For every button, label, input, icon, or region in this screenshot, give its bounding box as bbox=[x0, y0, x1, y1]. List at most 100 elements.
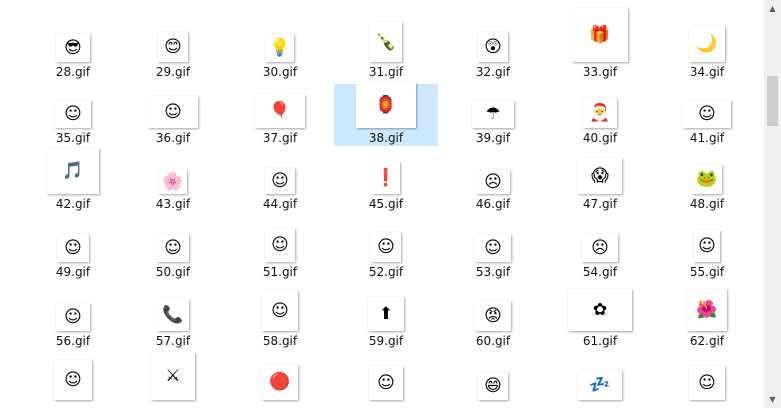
blob-icon: ☺ bbox=[262, 291, 298, 331]
file-item[interactable]: 🎈 37.gif bbox=[228, 84, 332, 146]
file-name: 53.gif bbox=[475, 265, 511, 279]
file-name: 33.gif bbox=[582, 65, 618, 79]
file-name: 47.gif bbox=[582, 197, 618, 211]
file-item[interactable]: ☺ bbox=[655, 356, 759, 408]
file-item[interactable]: 🌺 62.gif bbox=[655, 287, 759, 349]
shock-blob-icon: 😱 bbox=[578, 158, 622, 194]
arrow-blob-icon: ⬆ bbox=[368, 297, 404, 331]
file-name: 51.gif bbox=[262, 265, 298, 279]
file-name: 57.gif bbox=[155, 334, 191, 348]
file-item[interactable]: 🌙 34.gif bbox=[655, 18, 759, 80]
blob-icon: ☺ bbox=[475, 234, 511, 262]
file-name: 46.gif bbox=[475, 197, 511, 211]
gift-box-icon: 🎁 bbox=[572, 8, 628, 62]
blob-icon: ☺ bbox=[371, 232, 401, 262]
file-item[interactable]: ❗ 45.gif bbox=[334, 150, 438, 212]
file-item[interactable]: 😎 28.gif bbox=[21, 18, 125, 80]
file-item[interactable]: 🐸 48.gif bbox=[655, 150, 759, 212]
file-item[interactable]: 🔴 bbox=[228, 356, 332, 408]
couplet-blob-icon: 🏮 bbox=[356, 82, 416, 128]
pink-blob-icon: ✿ bbox=[568, 289, 632, 331]
sunglasses-face-icon: 😎 bbox=[56, 34, 90, 62]
file-item[interactable]: ☺ 41.gif bbox=[655, 84, 759, 146]
crying-blob-icon: ☹ bbox=[476, 170, 510, 194]
file-item[interactable]: ☺ 52.gif bbox=[334, 218, 438, 280]
file-item[interactable]: 🎵 42.gif bbox=[21, 148, 125, 212]
file-item[interactable]: 😡 60.gif bbox=[441, 287, 545, 349]
file-item[interactable]: 🎅 40.gif bbox=[548, 84, 652, 146]
file-name: 54.gif bbox=[582, 265, 618, 279]
file-item[interactable]: ☺ bbox=[334, 356, 438, 408]
umbrella-blob-icon: ☂ bbox=[472, 100, 514, 128]
file-name: 55.gif bbox=[689, 265, 725, 279]
file-item[interactable]: 💤 bbox=[548, 356, 652, 408]
exclaim-blob-icon: ❗ bbox=[372, 162, 400, 194]
file-item[interactable]: 💡 30.gif bbox=[228, 18, 332, 80]
file-item[interactable]: ☺ bbox=[21, 356, 125, 408]
chevron-down-icon[interactable]: ▼ bbox=[764, 391, 781, 408]
file-item[interactable]: ☺ 36.gif bbox=[121, 84, 225, 146]
surprised-face-icon: 😲 bbox=[478, 32, 508, 62]
file-item[interactable]: ☺ 58.gif bbox=[228, 287, 332, 349]
file-item[interactable]: 📞 57.gif bbox=[121, 287, 225, 349]
flower-blob-icon: 🌸 bbox=[159, 170, 187, 194]
thinking-blob-icon: ☺ bbox=[148, 96, 198, 128]
file-name: 38.gif bbox=[368, 131, 404, 145]
file-name: 28.gif bbox=[55, 65, 91, 79]
red-blob-icon: ☺ bbox=[265, 168, 295, 194]
file-name: 52.gif bbox=[368, 265, 404, 279]
file-item[interactable]: ☺ 51.gif bbox=[228, 218, 332, 280]
blush-face-icon: 😊 bbox=[158, 32, 188, 62]
file-item[interactable]: ☹ 46.gif bbox=[441, 150, 545, 212]
file-name: 35.gif bbox=[55, 131, 91, 145]
file-name: 62.gif bbox=[689, 334, 725, 348]
file-name: 34.gif bbox=[689, 65, 725, 79]
file-name: 42.gif bbox=[55, 197, 91, 211]
file-name: 50.gif bbox=[155, 265, 191, 279]
file-name: 49.gif bbox=[55, 265, 91, 279]
file-item[interactable]: ✿ 61.gif bbox=[548, 287, 652, 349]
file-item[interactable]: ☺ 49.gif bbox=[21, 218, 125, 280]
yellow-face-icon: 😄 bbox=[478, 372, 508, 400]
red-ball-icon: 🔴 bbox=[262, 364, 298, 400]
file-item[interactable]: ☺ 50.gif bbox=[121, 218, 225, 280]
file-item[interactable]: 😲 32.gif bbox=[441, 18, 545, 80]
file-name: 58.gif bbox=[262, 334, 298, 348]
file-item[interactable]: ☺ 44.gif bbox=[228, 150, 332, 212]
file-name: 61.gif bbox=[582, 334, 618, 348]
red-angry-blob-icon: 😡 bbox=[475, 301, 511, 331]
file-item[interactable]: 😄 bbox=[441, 356, 545, 408]
file-item[interactable]: ☺ 35.gif bbox=[21, 84, 125, 146]
scrollbar-thumb[interactable] bbox=[767, 76, 778, 126]
file-item[interactable]: 😱 47.gif bbox=[548, 150, 652, 212]
file-grid: 😎 28.gif 😊 29.gif 💡 30.gif 🍾 31.gif 😲 32.gif 🎁 33.g… bbox=[0, 0, 764, 408]
file-name: 32.gif bbox=[475, 65, 511, 79]
file-name: 41.gif bbox=[689, 131, 725, 145]
file-item[interactable]: ☂ 39.gif bbox=[441, 84, 545, 146]
pink-flower-blob-icon: 🌺 bbox=[687, 289, 727, 331]
file-item[interactable]: ☺ 53.gif bbox=[441, 218, 545, 280]
file-item[interactable]: 🎁 33.gif bbox=[548, 8, 652, 80]
chevron-up-icon[interactable]: ▲ bbox=[764, 0, 781, 17]
santa-blob-icon: 🎅 bbox=[583, 98, 617, 128]
file-name: 30.gif bbox=[262, 65, 298, 79]
blob-icon: ☺ bbox=[265, 228, 295, 262]
file-name: 37.gif bbox=[262, 131, 298, 145]
file-name: 40.gif bbox=[582, 131, 618, 145]
file-item[interactable]: ☺ 56.gif bbox=[21, 287, 125, 349]
vertical-scrollbar[interactable]: ▲ ▼ bbox=[764, 0, 781, 408]
file-item[interactable]: ☹ 54.gif bbox=[548, 218, 652, 280]
file-item[interactable]: ⚔ bbox=[121, 352, 225, 408]
file-item[interactable]: 🏮 38.gif bbox=[334, 82, 438, 146]
file-name: 48.gif bbox=[689, 197, 725, 211]
bottle-icon: 🍾 bbox=[370, 22, 402, 62]
moon-icon: 🌙 bbox=[689, 26, 725, 62]
file-item[interactable]: 🍾 31.gif bbox=[334, 18, 438, 80]
file-name: 45.gif bbox=[368, 197, 404, 211]
balloon-blob-icon: 🎈 bbox=[255, 94, 305, 128]
file-item[interactable]: ☺ 55.gif bbox=[655, 218, 759, 280]
file-item[interactable]: 🌸 43.gif bbox=[121, 150, 225, 212]
file-name: 29.gif bbox=[155, 65, 191, 79]
file-item[interactable]: 😊 29.gif bbox=[121, 18, 225, 80]
file-item[interactable]: ⬆ 59.gif bbox=[334, 287, 438, 349]
